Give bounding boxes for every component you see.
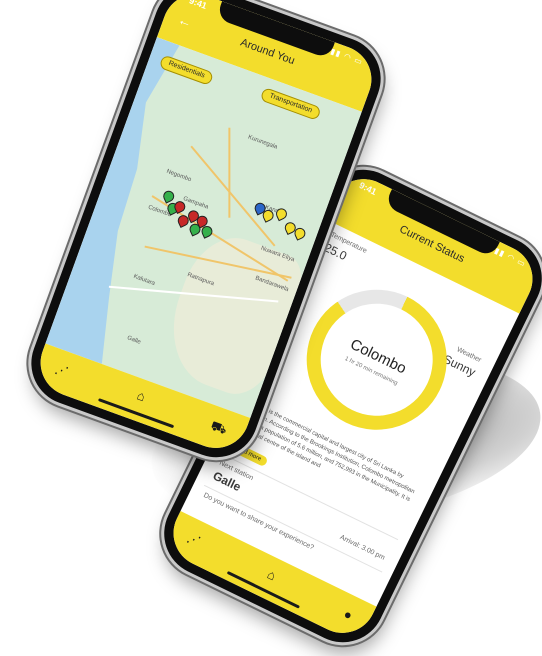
town-label: Gampaha bbox=[182, 196, 209, 211]
filter-chip-residentials[interactable]: Residentials bbox=[158, 54, 215, 87]
status-time: 9:41 bbox=[187, 0, 209, 11]
tuk-tuk-icon[interactable]: ⛟ bbox=[208, 418, 230, 441]
share-icon[interactable]: ⋰ bbox=[184, 530, 203, 550]
signal-wifi-battery-icon: ▮▮ ◠ ▭ bbox=[329, 46, 365, 67]
signal-wifi-battery-icon: ▮▮ ◠ ▭ bbox=[493, 245, 528, 269]
arrival-time: Arrival: 3.00 pm bbox=[338, 534, 386, 562]
progress-ring: Colombo 1 hr 20 min remaining bbox=[283, 266, 471, 454]
home-indicator bbox=[226, 570, 300, 609]
town-label: Kalutara bbox=[132, 273, 156, 288]
share-icon[interactable]: ⋰ bbox=[53, 361, 70, 380]
user-icon[interactable]: ● bbox=[341, 606, 355, 623]
road bbox=[228, 127, 231, 218]
home-indicator bbox=[97, 398, 175, 429]
town-label: Galle bbox=[126, 335, 142, 346]
home-icon[interactable]: ⌂ bbox=[135, 387, 148, 404]
town-label: Kurunegala bbox=[247, 134, 279, 151]
town-label: Negombo bbox=[165, 168, 193, 184]
home-icon[interactable]: ⌂ bbox=[265, 566, 279, 583]
page-title: Current Status bbox=[397, 223, 467, 266]
status-time: 9:41 bbox=[357, 180, 379, 197]
